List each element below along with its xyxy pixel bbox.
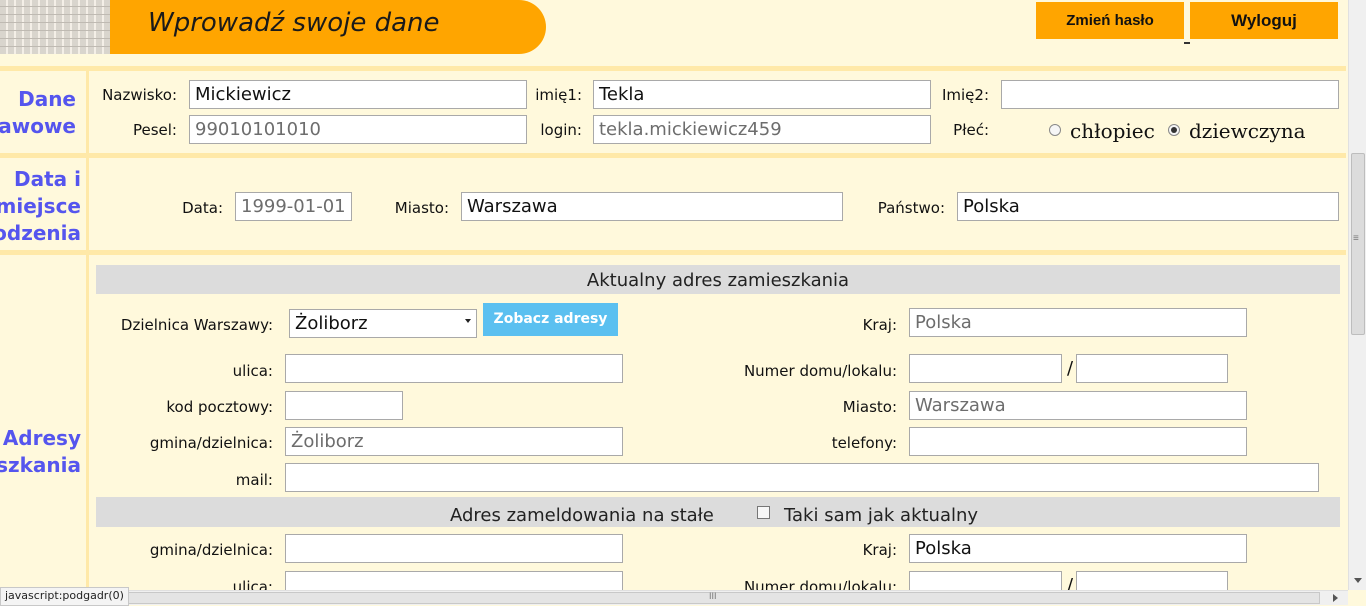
reg-municipality-label: gmina/dzielnica: [149,541,273,559]
city-input[interactable]: Warszawa [909,391,1247,420]
reg-municipality-input[interactable] [285,534,623,563]
mail-label: mail: [235,471,273,489]
house-number-input[interactable] [909,354,1062,383]
section-label-birth: Data i miejsce odzenia [0,167,81,245]
header-banner: Wprowadź swoje dane [0,0,546,54]
horizontal-scrollbar[interactable]: III [0,590,1348,605]
horizontal-scrollbar-thumb[interactable]: III [18,591,1320,604]
phones-input[interactable] [909,427,1247,456]
district-label: Dzielnica Warszawy: [120,316,273,334]
registered-address-title: Adres zameldowania na stałe [450,505,714,526]
imie2-input[interactable] [1001,80,1339,109]
imie1-label: imię1: [535,86,582,104]
same-as-current-checkbox[interactable] [757,506,770,519]
pesel-label: Pesel: [132,121,177,139]
status-bar: javascript:podgadr(0) [0,587,129,606]
country-input[interactable]: Polska [909,308,1247,337]
city-label: Miasto: [842,398,897,416]
municipality-label: gmina/dzielnica: [149,434,273,452]
street-input[interactable] [285,354,623,383]
imie1-input[interactable]: Tekla [593,80,931,109]
street-label: ulica: [232,362,273,380]
gender-label-dziewczyna: dziewczyna [1189,119,1306,143]
birth-date-label: Data: [182,199,223,217]
postal-code-input[interactable] [285,391,403,420]
pesel-input[interactable]: 99010101010 [189,115,527,144]
nazwisko-label: Nazwisko: [102,86,177,104]
view-addresses-button[interactable]: Zobacz adresy [483,303,618,336]
logout-label: Wyloguj [1231,11,1297,30]
underscore-mark [1184,42,1190,44]
vertical-divider [86,71,89,153]
page-title: Wprowadź swoje dane [148,8,440,38]
separator [0,66,1346,71]
view-addresses-label: Zobacz adresy [493,311,608,327]
imie2-label: Imię2: [941,86,989,104]
mail-input[interactable] [285,463,1319,492]
section-label-address: Adresy szkania [0,426,81,477]
district-select[interactable]: Żoliborz [289,309,477,338]
registered-address-header: Adres zameldowania na stałe Taki sam jak… [96,497,1340,527]
change-password-button[interactable]: Zmień hasło [1036,2,1184,39]
birth-date-input[interactable]: 1999-01-01 [235,192,352,221]
keyboard-image [0,0,110,54]
vertical-divider [86,158,89,250]
h-scroll-grip-icon: III [709,591,717,601]
nazwisko-input[interactable]: Mickiewicz [189,80,527,109]
birth-city-input[interactable]: Warszawa [461,192,843,221]
reg-country-label: Kraj: [862,541,897,559]
separator [0,250,1346,255]
slash-separator: / [1067,358,1074,379]
scroll-down-arrow-icon[interactable] [1354,578,1362,583]
status-bar-text: javascript:podgadr(0) [5,589,124,602]
change-password-label: Zmień hasło [1066,12,1154,29]
apartment-number-input[interactable] [1076,354,1228,383]
gender-radio-dziewczyna[interactable] [1168,124,1180,136]
birth-country-input[interactable]: Polska [957,192,1339,221]
vertical-scrollbar-thumb[interactable]: ≡ [1351,153,1365,335]
same-as-current-label: Taki sam jak aktualny [784,505,979,526]
gender-radio-chlopiec[interactable] [1049,124,1061,136]
house-number-label: Numer domu/lokalu: [743,362,897,380]
birth-country-label: Państwo: [877,199,945,217]
municipality-input[interactable]: Żoliborz [285,427,623,456]
country-label: Kraj: [862,316,897,334]
separator [0,153,1346,158]
vertical-divider [86,255,89,590]
login-input[interactable]: tekla.mickiewicz459 [593,115,931,144]
district-select-value: Żoliborz [295,313,368,334]
scroll-right-arrow-icon[interactable] [1333,594,1338,602]
current-address-header: Aktualny adres zamieszkania [96,265,1340,294]
reg-country-input[interactable]: Polska [909,534,1247,563]
gender-label-chlopiec: chłopiec [1070,119,1155,143]
postal-code-label: kod pocztowy: [166,398,273,416]
phones-label: telefony: [831,434,897,452]
birth-city-label: Miasto: [394,199,449,217]
chevron-down-icon [465,319,471,323]
plec-label: Płeć: [953,121,989,139]
vertical-scrollbar[interactable]: ≡ [1348,0,1366,590]
section-label-basic: Dane awowe [0,87,76,138]
scroll-grip-icon: ≡ [1353,233,1359,244]
login-label: login: [540,121,582,139]
logout-button[interactable]: Wyloguj [1190,2,1338,39]
